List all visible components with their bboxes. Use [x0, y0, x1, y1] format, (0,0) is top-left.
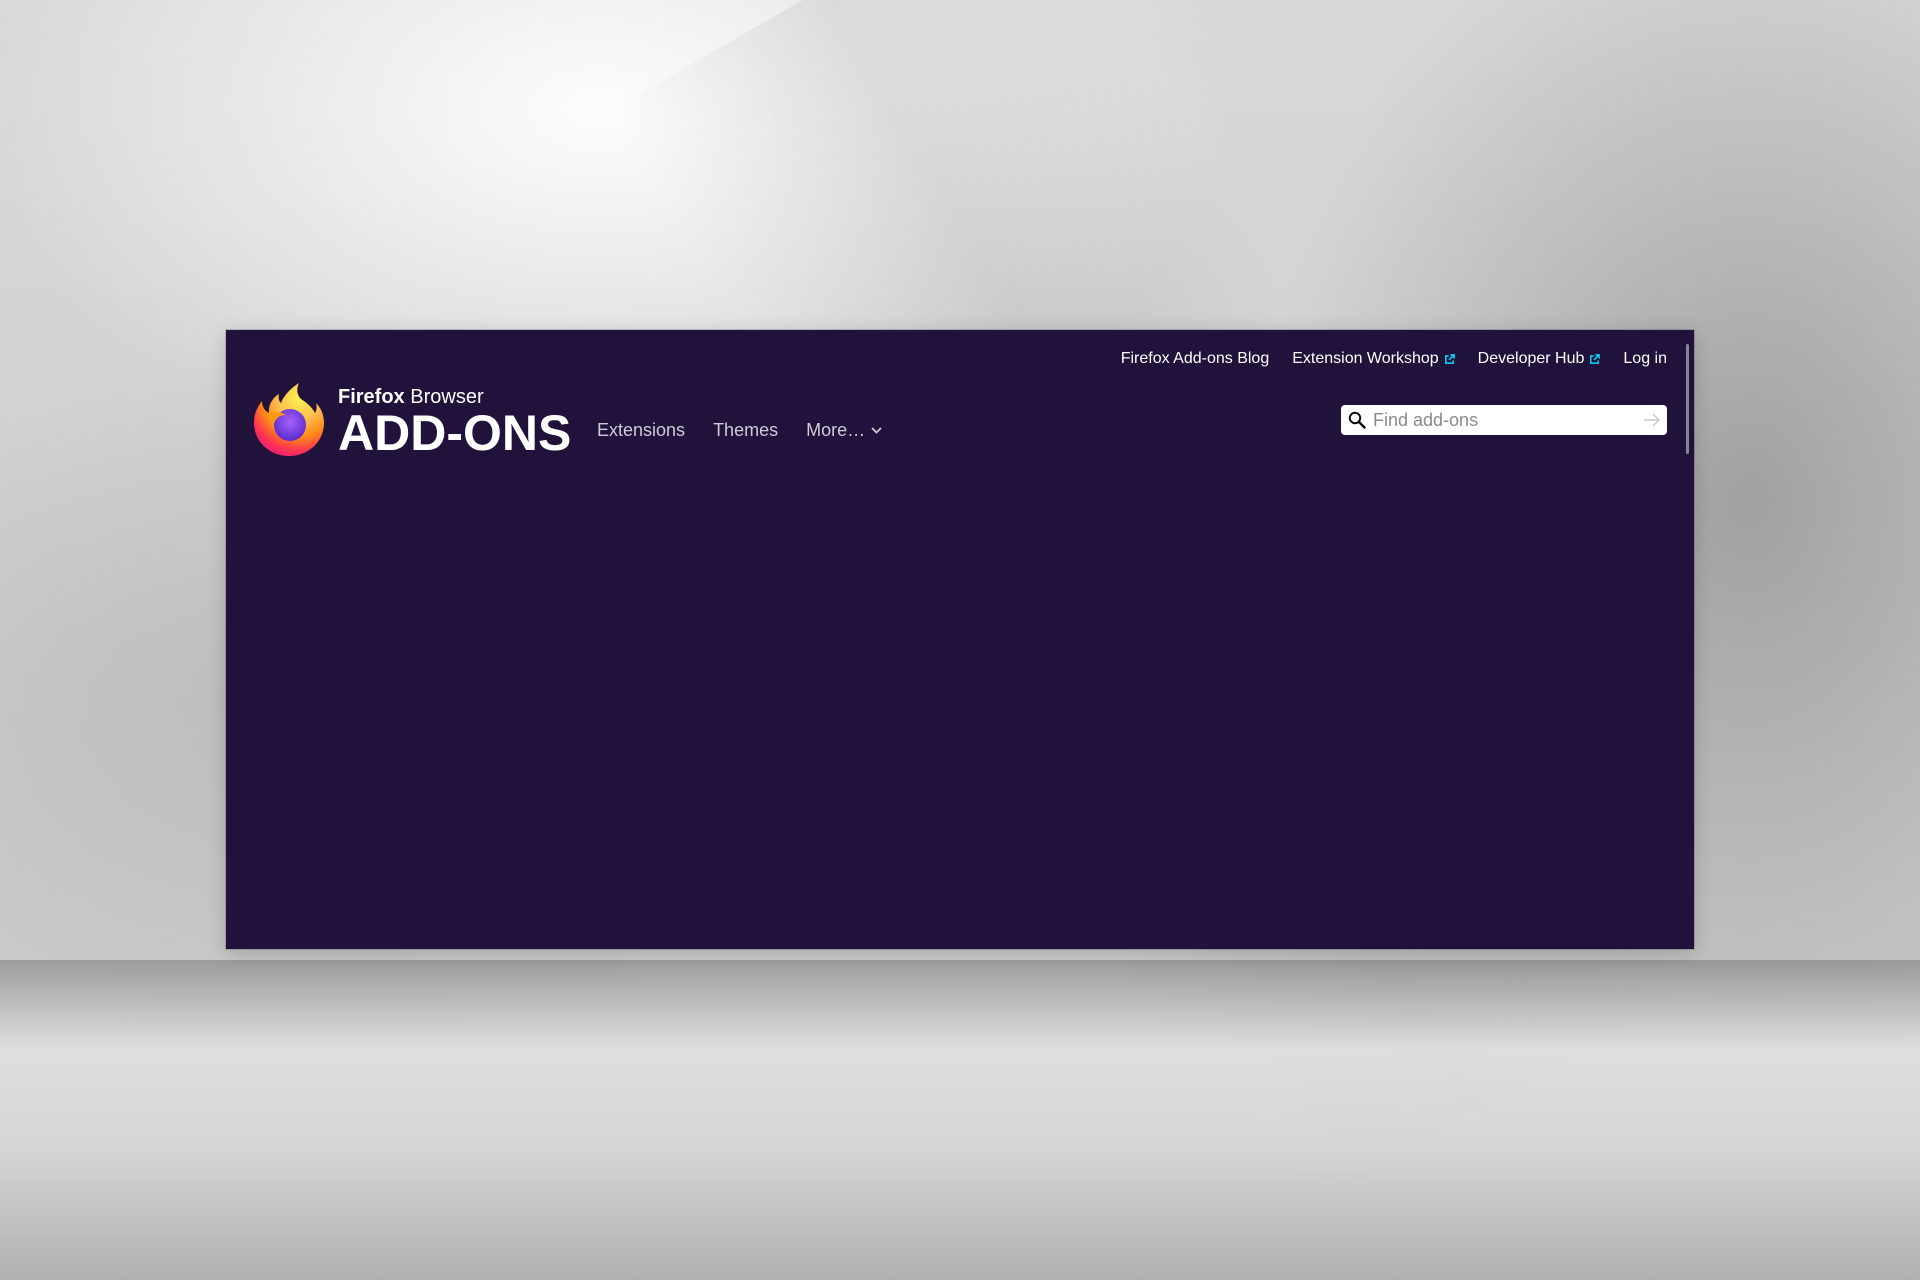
extension-workshop-label: Extension Workshop [1292, 350, 1439, 367]
developer-hub-link[interactable]: Developer Hub [1478, 350, 1601, 368]
chevron-down-icon [871, 427, 882, 434]
logo-text: Firefox Browser ADD-ONS [338, 382, 571, 458]
blog-link-label: Firefox Add-ons Blog [1120, 350, 1270, 367]
nav-themes-label: Themes [713, 420, 779, 440]
main-nav: Extensions Themes More… [597, 420, 882, 441]
search-input[interactable] [1373, 409, 1623, 431]
scrollbar[interactable] [1686, 344, 1689, 454]
nav-extensions-label: Extensions [597, 420, 686, 440]
nav-themes[interactable]: Themes [713, 420, 778, 441]
login-label: Log in [1623, 350, 1667, 367]
developer-hub-label: Developer Hub [1477, 350, 1585, 367]
addons-page-window: Firefox Add-ons Blog Extension Workshop … [226, 330, 1694, 949]
search-icon [1348, 411, 1366, 429]
extension-workshop-link[interactable]: Extension Workshop [1292, 350, 1455, 368]
blog-link[interactable]: Firefox Add-ons Blog [1121, 350, 1270, 368]
site-logo-link[interactable]: Firefox Browser ADD-ONS [252, 382, 571, 458]
secondary-nav: Firefox Add-ons Blog Extension Workshop … [1121, 350, 1667, 368]
background-floor [0, 960, 1920, 1280]
logo-title: ADD-ONS [338, 405, 572, 461]
nav-extensions[interactable]: Extensions [597, 420, 685, 441]
search-form [1341, 405, 1667, 435]
external-link-icon [1590, 353, 1601, 364]
login-link[interactable]: Log in [1623, 350, 1667, 368]
arrow-right-icon[interactable] [1643, 412, 1661, 428]
nav-more-dropdown[interactable]: More… [806, 420, 882, 441]
external-link-icon [1444, 353, 1455, 364]
firefox-logo-icon [254, 383, 324, 456]
nav-more-label: More… [806, 420, 866, 440]
